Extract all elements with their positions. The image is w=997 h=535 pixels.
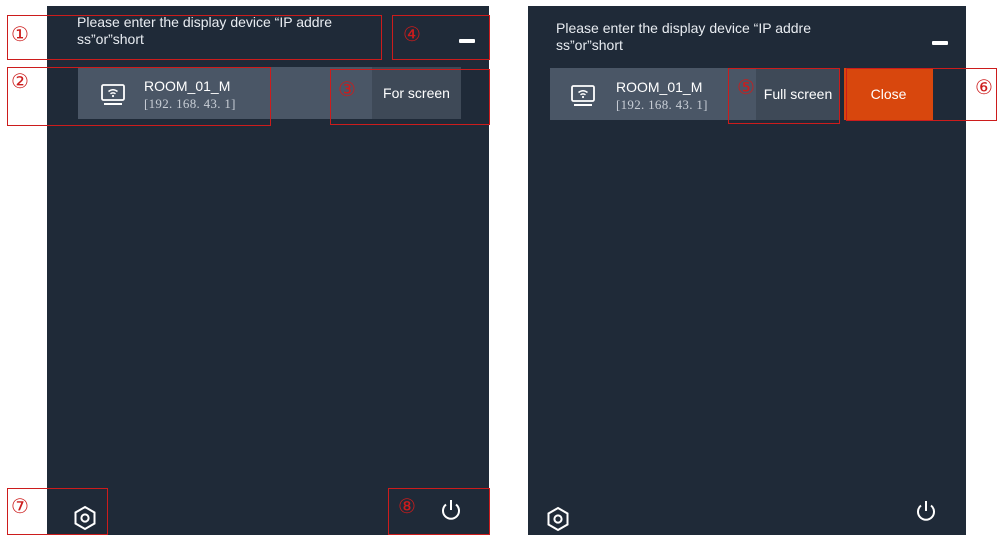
callout-number-5: ⑤ <box>737 75 755 99</box>
right-settings-gear-icon[interactable] <box>545 506 571 532</box>
right-prompt-line1: Please enter the display device “IP addr… <box>556 20 812 36</box>
callout-box-1 <box>7 15 382 60</box>
callout-number-6: ⑥ <box>975 75 993 99</box>
callout-number-7: ⑦ <box>11 494 29 518</box>
right-device-card[interactable]: ROOM_01_M [192. 168. 43. 1] <box>550 68 756 120</box>
right-device-name: ROOM_01_M <box>616 79 703 95</box>
callout-box-2 <box>7 67 271 126</box>
callout-number-4: ④ <box>403 22 421 46</box>
right-power-icon[interactable] <box>913 498 939 524</box>
right-minimize-icon[interactable] <box>932 41 948 45</box>
right-ip-prompt[interactable]: Please enter the display device “IP addr… <box>556 20 811 54</box>
callout-number-1: ① <box>11 22 29 46</box>
callout-number-2: ② <box>11 69 29 93</box>
right-device-ip: [192. 168. 43. 1] <box>616 97 708 112</box>
callout-number-3: ③ <box>338 77 356 101</box>
callout-number-8: ⑧ <box>398 494 416 518</box>
wifi-display-icon <box>571 85 595 106</box>
right-prompt-line2: ss”or”short <box>556 37 623 53</box>
